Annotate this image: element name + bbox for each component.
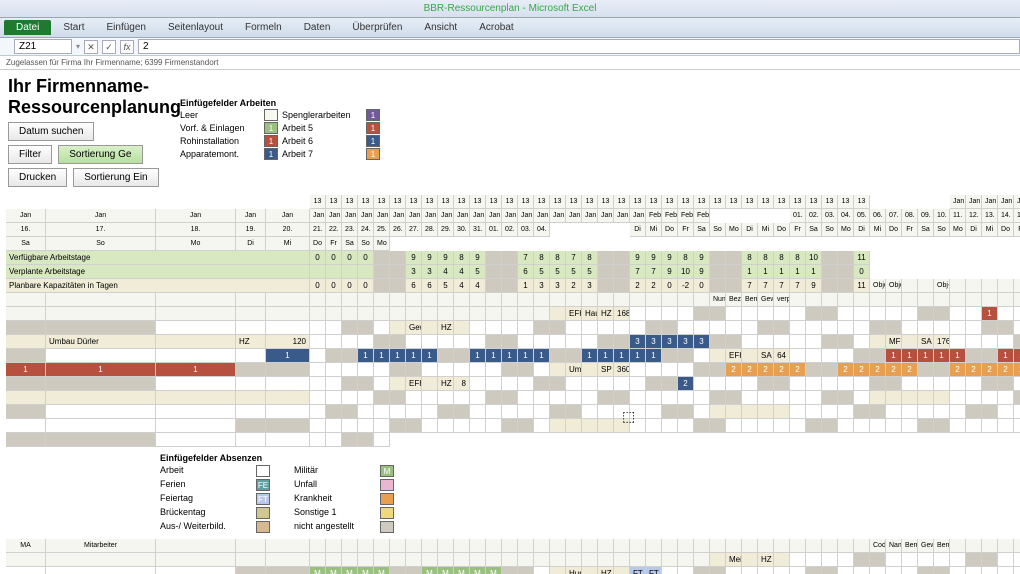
sort-ge-button[interactable]: Sortierung Ge: [58, 145, 142, 164]
name-box[interactable]: [14, 39, 72, 54]
cancel-icon[interactable]: ✕: [84, 40, 98, 54]
tab-start[interactable]: Start: [53, 20, 94, 35]
formula-bar: ▾ ✕ ✓ fx: [0, 38, 1020, 56]
window-titlebar: BBR-Ressourcenplan - Microsoft Excel: [0, 0, 1020, 18]
tab-review[interactable]: Überprüfen: [342, 20, 412, 35]
tab-acrobat[interactable]: Acrobat: [469, 20, 523, 35]
legend-arbeiten: Einfügefelder ArbeitenLeerSpenglerarbeit…: [180, 98, 400, 160]
permission-row: Zugelassen für Firma Ihr Firmenname; 639…: [0, 56, 1020, 70]
tab-data[interactable]: Daten: [294, 20, 341, 35]
tab-formulas[interactable]: Formeln: [235, 20, 292, 35]
date-search-button[interactable]: Datum suchen: [8, 122, 94, 141]
worksheet[interactable]: Zugelassen für Firma Ihr Firmenname; 639…: [0, 56, 1020, 574]
tab-pagelayout[interactable]: Seitenlayout: [158, 20, 233, 35]
accept-icon[interactable]: ✓: [102, 40, 116, 54]
tab-view[interactable]: Ansicht: [414, 20, 467, 35]
file-tab[interactable]: Datei: [4, 20, 51, 35]
tab-insert[interactable]: Einfügen: [96, 20, 155, 35]
sort-ein-button[interactable]: Sortierung Ein: [73, 168, 158, 187]
ribbon-tabs: Datei Start Einfügen Seitenlayout Formel…: [0, 18, 1020, 38]
filter-button[interactable]: Filter: [8, 145, 52, 164]
mitarbeiter-grid: MAMitarbeiterCodeName / VornameBemerkung…: [6, 539, 1020, 574]
fx-icon[interactable]: fx: [120, 40, 134, 54]
formula-input[interactable]: [138, 39, 1020, 54]
window-title: BBR-Ressourcenplan - Microsoft Excel: [424, 3, 597, 14]
legend-absenzen: Einfügefelder AbsenzenArbeitMilitärMFeri…: [160, 453, 1020, 533]
print-button[interactable]: Drucken: [8, 168, 67, 187]
resource-grid: 1313131313131313131313131313131313131313…: [6, 195, 1020, 447]
